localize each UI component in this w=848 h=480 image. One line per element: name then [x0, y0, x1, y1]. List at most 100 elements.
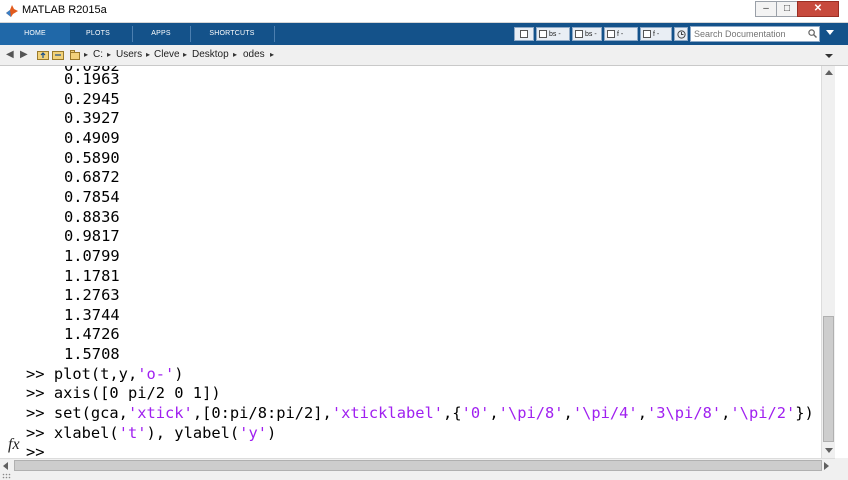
browse-folder-icon[interactable] — [52, 50, 64, 60]
current-folder-bar: ◀ ▶ ▸ C: ▸ Users ▸ Cleve ▸ Desktop ▸ ode… — [0, 45, 848, 66]
code-token: , — [489, 404, 499, 423]
code-token: , — [721, 404, 731, 423]
title-bar: MATLAB R2015a – □ ✕ — [0, 0, 848, 23]
scroll-up-arrow-icon[interactable] — [825, 70, 833, 75]
tab-plots[interactable]: PLOTS — [64, 23, 132, 45]
output-value: 0.3927 — [64, 109, 120, 128]
path-separator: ▸ — [107, 50, 112, 59]
path-separator: ▸ — [146, 50, 151, 59]
command-line: >> xlabel('t'), ylabel('y') — [26, 423, 276, 443]
maximize-button[interactable]: □ — [776, 1, 798, 17]
path-separator: ▸ — [84, 50, 89, 59]
clock-button[interactable] — [674, 27, 688, 41]
code-token: ,{ — [443, 404, 462, 423]
vertical-scrollbar[interactable] — [821, 66, 835, 458]
quick-access-button[interactable] — [514, 27, 534, 41]
string-literal: '\pi/8' — [498, 404, 564, 423]
string-literal: 't' — [118, 423, 147, 442]
code-token: axis([0 pi/2 0 1]) — [53, 384, 221, 403]
shortcut-bs-button[interactable]: bs - — [536, 27, 570, 41]
tab-home[interactable]: HOME — [0, 23, 70, 45]
output-value: 1.0799 — [64, 246, 120, 265]
matlab-logo-icon — [6, 5, 18, 17]
string-literal: 'xticklabel' — [331, 404, 444, 423]
output-value: 0.1963 — [64, 70, 120, 88]
output-value: 0.4909 — [64, 128, 120, 147]
up-folder-icon[interactable] — [37, 50, 49, 60]
resize-grip-icon — [2, 473, 11, 479]
close-button[interactable]: ✕ — [797, 1, 839, 17]
ribbon-tab-strip: HOME PLOTS APPS SHORTCUTS bs - bs - f - … — [0, 23, 848, 45]
shortcut-icon — [575, 30, 583, 38]
path-segment-drive[interactable]: C: — [93, 49, 103, 61]
prompt: >> — [26, 423, 54, 442]
shortcut-bs-button[interactable]: bs - — [572, 27, 602, 41]
code-token: , — [637, 404, 647, 423]
command-line: >> axis([0 pi/2 0 1]) — [26, 383, 221, 403]
command-window[interactable]: 0.0982 0.1963 0.2945 0.3927 0.4909 0.5890 0.6… — [0, 66, 821, 458]
prompt: >> — [26, 384, 54, 403]
window-title: MATLAB R2015a — [22, 4, 107, 16]
path-segment-desktop[interactable]: Desktop — [192, 49, 229, 61]
scrollbar-corner — [835, 458, 848, 480]
path-separator: ▸ — [183, 50, 188, 59]
output-value: 1.2763 — [64, 286, 120, 305]
string-literal: '0' — [461, 404, 490, 423]
code-token: , — [563, 404, 573, 423]
output-value: 0.8836 — [64, 207, 120, 226]
prompt: >> — [26, 404, 54, 423]
output-value: 1.5708 — [64, 345, 120, 364]
search-icon[interactable] — [808, 29, 817, 38]
code-token: ) — [266, 423, 277, 442]
output-value: 0.9817 — [64, 227, 120, 246]
path-segment-users[interactable]: Users — [116, 49, 142, 61]
string-literal: '\pi/4' — [572, 404, 638, 423]
code-token: ) — [174, 364, 184, 383]
scrollbar-thumb[interactable] — [823, 316, 834, 442]
scrollbar-thumb[interactable] — [14, 460, 822, 471]
string-literal: 'o-' — [137, 364, 175, 383]
tab-shortcuts[interactable]: SHORTCUTS — [190, 23, 274, 45]
scroll-right-arrow-icon[interactable] — [824, 462, 829, 470]
tab-apps[interactable]: APPS — [132, 23, 190, 45]
command-line: >> plot(t,y,'o-') — [26, 364, 184, 384]
output-value: 1.3744 — [64, 305, 120, 324]
search-documentation-input[interactable] — [690, 26, 820, 42]
string-literal: '\pi/2' — [730, 404, 796, 423]
scroll-down-arrow-icon[interactable] — [825, 448, 833, 453]
shortcut-f-button[interactable]: f - — [640, 27, 672, 41]
code-token: ,[0:pi/8:pi/2], — [192, 404, 332, 423]
shortcut-icon — [607, 30, 615, 38]
tab-separator — [274, 26, 275, 42]
output-value: 0.2945 — [64, 89, 120, 108]
horizontal-scrollbar[interactable] — [0, 458, 835, 472]
code-token: xlabel( — [53, 423, 119, 442]
scroll-left-arrow-icon[interactable] — [3, 462, 8, 470]
folder-icon — [70, 50, 80, 60]
toolbar-button-icon — [520, 30, 528, 38]
code-token: }) — [795, 404, 814, 423]
function-browser-icon[interactable]: fx — [8, 436, 20, 454]
path-separator: ▸ — [270, 50, 275, 59]
shortcut-f-button[interactable]: f - — [604, 27, 638, 41]
shortcut-icon — [539, 30, 547, 38]
forward-arrow-icon[interactable]: ▶ — [20, 49, 28, 61]
output-value: 1.4726 — [64, 325, 120, 344]
minimize-button[interactable]: – — [755, 1, 777, 17]
prompt: >> — [26, 364, 54, 383]
path-segment-cleve[interactable]: Cleve — [154, 49, 180, 61]
chevron-down-icon[interactable] — [826, 30, 834, 35]
output-value: 0.6872 — [64, 168, 120, 187]
current-prompt[interactable]: >> — [26, 442, 45, 458]
back-arrow-icon[interactable]: ◀ — [6, 49, 14, 61]
path-segment-odes[interactable]: odes — [243, 49, 265, 61]
output-value: 0.7854 — [64, 187, 120, 206]
shortcut-icon — [643, 30, 651, 38]
chevron-down-icon[interactable] — [825, 54, 833, 58]
code-token: ), ylabel( — [146, 423, 240, 442]
code-token: set(gca, — [53, 404, 128, 423]
string-literal: '3\pi/8' — [646, 404, 722, 423]
clock-icon — [677, 30, 686, 39]
path-separator: ▸ — [233, 50, 238, 59]
code-token: plot(t,y, — [53, 364, 138, 383]
